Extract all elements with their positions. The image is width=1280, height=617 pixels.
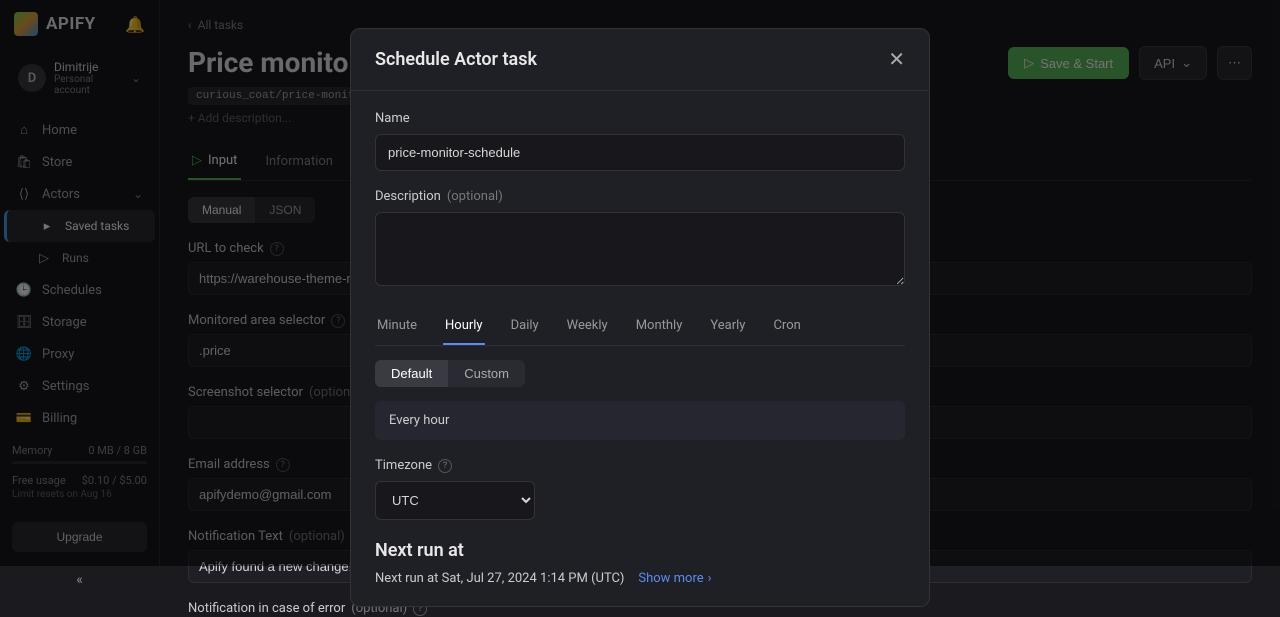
- preset-toggle: Default Custom: [375, 360, 525, 387]
- freq-tabs: Minute Hourly Daily Weekly Monthly Yearl…: [375, 308, 905, 346]
- freq-tab-weekly[interactable]: Weekly: [565, 308, 610, 345]
- freq-tab-daily[interactable]: Daily: [509, 308, 541, 345]
- show-more-text: Show more: [638, 571, 703, 586]
- tz-label-text: Timezone: [375, 458, 432, 473]
- freq-summary: Every hour: [375, 401, 905, 440]
- desc-label: Description (optional): [375, 189, 905, 204]
- modal-title: Schedule Actor task: [375, 49, 537, 70]
- tz-label: Timezone ?: [375, 458, 905, 473]
- modal-header: Schedule Actor task ✕: [351, 29, 929, 91]
- freq-tab-hourly[interactable]: Hourly: [443, 308, 485, 345]
- timezone-select[interactable]: UTC: [375, 481, 535, 520]
- preset-default[interactable]: Default: [375, 360, 448, 387]
- freq-tab-monthly[interactable]: Monthly: [634, 308, 685, 345]
- field-label-text: Notification in case of error: [188, 601, 345, 616]
- schedule-name-input[interactable]: [375, 134, 905, 171]
- show-more-link[interactable]: Show more ›: [638, 571, 711, 586]
- freq-tab-yearly[interactable]: Yearly: [708, 308, 747, 345]
- modal-body: Name Description (optional) Minute Hourl…: [351, 91, 929, 606]
- name-label: Name: [375, 111, 905, 126]
- freq-tab-cron[interactable]: Cron: [771, 308, 802, 345]
- desc-label-text: Description: [375, 189, 441, 204]
- collapse-sidebar-button[interactable]: «: [0, 564, 159, 596]
- chevron-right-icon: ›: [708, 571, 712, 586]
- next-run-title: Next run at: [375, 540, 905, 561]
- next-run-text: Next run at Sat, Jul 27, 2024 1:14 PM (U…: [375, 571, 624, 586]
- modal-overlay[interactable]: Schedule Actor task ✕ Name Description (…: [0, 0, 1280, 566]
- help-icon[interactable]: ?: [438, 459, 452, 473]
- optional-text: (optional): [447, 189, 503, 204]
- next-run-row: Next run at Sat, Jul 27, 2024 1:14 PM (U…: [375, 571, 905, 586]
- schedule-desc-input[interactable]: [375, 212, 905, 286]
- close-button[interactable]: ✕: [888, 47, 905, 72]
- freq-tab-minute[interactable]: Minute: [375, 308, 419, 345]
- schedule-modal: Schedule Actor task ✕ Name Description (…: [350, 28, 930, 607]
- preset-custom[interactable]: Custom: [448, 360, 525, 387]
